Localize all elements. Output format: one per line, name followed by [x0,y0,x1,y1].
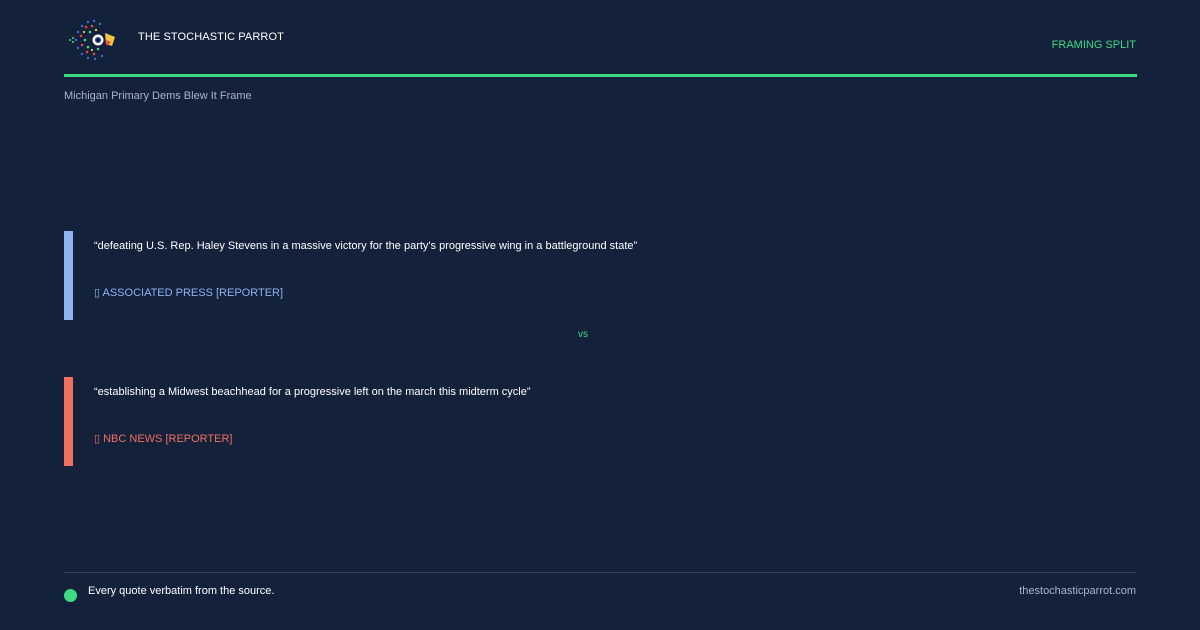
quote-accent-bar [64,231,73,320]
status-dot-icon [64,589,77,602]
parrot-logo-icon [68,16,118,64]
quote-text: “establishing a Midwest beachhead for a … [94,386,531,398]
quote-source: ▯ ASSOCIATED PRESS [REPORTER] [94,287,284,299]
parrot-logo-svg [69,19,115,61]
site-url: thestochasticparrot.com [1019,585,1136,597]
quote-text: “defeating U.S. Rep. Haley Stevens in a … [94,240,638,252]
quote-accent-bar [64,377,73,466]
brand-name: THE STOCHASTIC PARROT [138,31,284,43]
versus-label: vs [578,329,588,340]
footer-note: Every quote verbatim from the source. [88,585,275,597]
quote-card-nbc-news: “establishing a Midwest beachhead for a … [64,377,964,466]
header-divider [64,74,1137,77]
quote-source: ▯ NBC NEWS [REPORTER] [94,433,233,445]
footer-divider [64,572,1137,573]
page-subtitle: Michigan Primary Dems Blew It Frame [64,90,252,102]
quote-card-associated-press: “defeating U.S. Rep. Haley Stevens in a … [64,231,964,320]
framing-split-tag: FRAMING SPLIT [1051,39,1136,51]
